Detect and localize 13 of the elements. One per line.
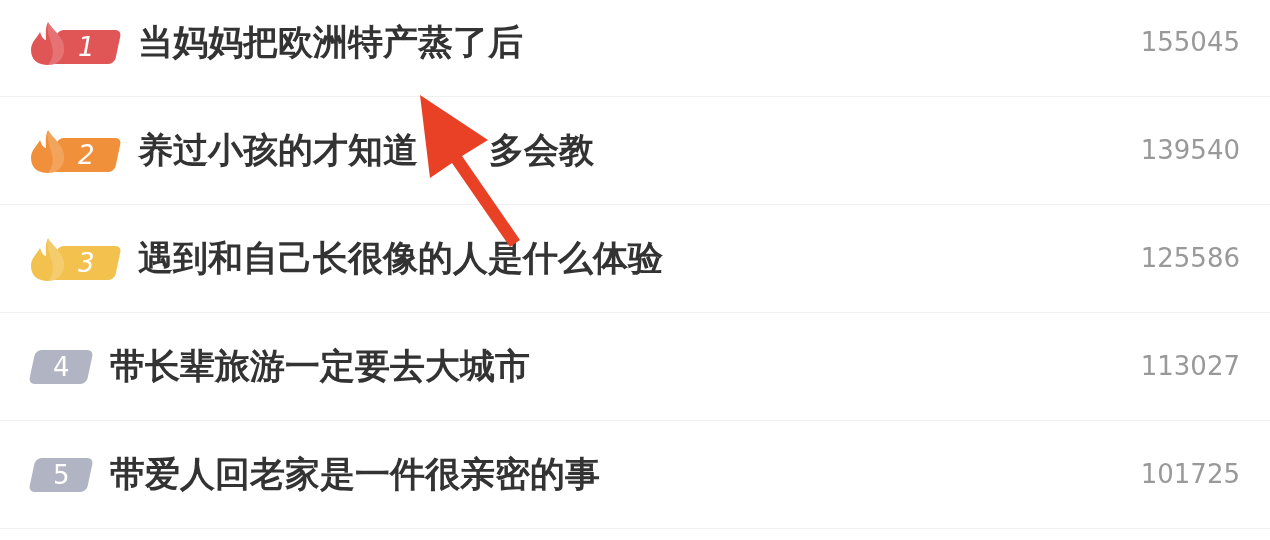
topic-title[interactable]: 带爱人回老家是一件很亲密的事 (110, 448, 600, 501)
heat-count: 113027 (1140, 350, 1240, 383)
topic-title[interactable]: 多会教 (489, 124, 594, 177)
topic-title[interactable]: 遇到和自己长很像的人是什么体验 (138, 232, 663, 285)
heat-count: 101725 (1140, 458, 1240, 491)
heat-count: 139540 (1140, 134, 1240, 167)
rank-badge: 5 (28, 457, 94, 492)
topic-title[interactable]: 当妈妈把欧洲特产蒸了后 (138, 16, 523, 69)
heat-count: 125586 (1140, 242, 1240, 275)
topic-title[interactable]: 养过小孩的才知道 (138, 124, 418, 177)
heat-count: 155045 (1140, 26, 1240, 59)
topic-title[interactable]: 带长辈旅游一定要去大城市 (110, 340, 530, 393)
rank-badge: 4 (28, 349, 94, 384)
